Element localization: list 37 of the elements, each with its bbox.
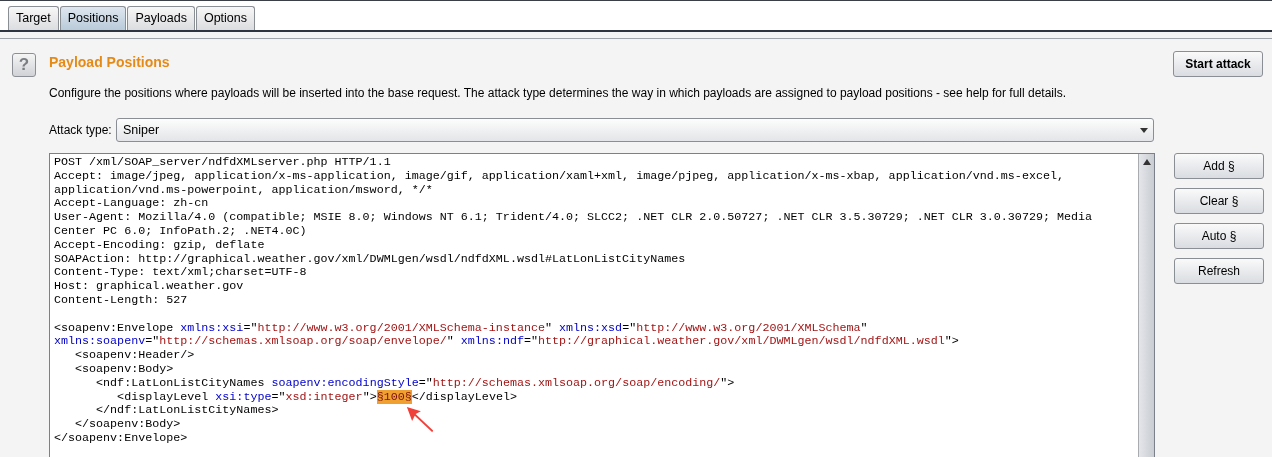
editor-action-button[interactable]: Add § (1174, 153, 1264, 179)
attack-type-dropdown[interactable]: Sniper (116, 118, 1154, 142)
code-line: Content-Length: 527 (54, 293, 188, 308)
code-line: <displayLevel xsi:type="xsd:integer">§100§</displayLevel> (116, 390, 517, 405)
code-line: Content-Type: text/xml;charset=UTF-8 (54, 266, 307, 281)
scroll-up-arrow-icon[interactable] (1141, 157, 1152, 167)
code-line: User-Agent: Mozilla/4.0 (compatible; MSIE 8.0; Windows NT 6.1; Trident/4.0; SLCC2; .NET CLR 2.0.50727; .NET CLR 3.5.30729; .NET CLR 3.0.30729; Media (54, 211, 1093, 225)
editor-action-button[interactable]: Clear § (1174, 188, 1264, 214)
code-line: </ndf:LatLonListCityNames> (95, 404, 279, 419)
code-line: <soapenv:Body> (74, 362, 174, 377)
code-line: SOAPAction: http://graphical.weather.gov/xml/DWMLgen/wsdl/ndfdXML.wsdl#LatLonListCityNames (54, 252, 686, 267)
tab[interactable]: Positions (59, 6, 127, 30)
code-line: Accept-Language: zh-cn (54, 197, 209, 212)
tab[interactable]: Payloads (127, 6, 195, 30)
code-line: application/vnd.ms-powerpoint, application/msword, */* (54, 183, 433, 198)
annotation-arrow (406, 406, 434, 434)
request-editor[interactable] (49, 153, 1155, 457)
description-text: Configure the positions where payloads will be inserted into the base request. The attack type determines the way in which payloads are assigned to payload positions - see help for full details. (49, 85, 1067, 102)
editor-action-button[interactable]: Auto § (1174, 223, 1264, 249)
code-line: Accept: image/jpeg, application/x-ms-application, image/gif, application/xaml+xml, image/pjpeg, application/x-ms-xbap, application/vnd.ms-excel, (54, 169, 1064, 184)
tab[interactable]: Options (195, 6, 255, 30)
code-line: </soapenv:Envelope> (54, 431, 188, 446)
code-line: Center PC 6.0; InfoPath.2; .NET4.0C) (54, 225, 307, 239)
start-attack-button[interactable]: Start attack (1173, 51, 1263, 77)
code-line: <soapenv:Envelope xmlns:xsi="http://www.w3.org/2001/XMLSchema-instance" xmlns:xsd="http://www.w3.org/2001/XMLSchema" (54, 321, 868, 336)
code-line: xmlns:soapenv="http://schemas.xmlsoap.org/soap/envelope/" xmlns:ndf="http://graphical.weather.gov/xml/DWMLgen/wsdl/ndfdXML.wsdl"> (54, 335, 959, 350)
section-title: Payload Positions (49, 53, 171, 72)
code-line: Accept-Encoding: gzip, deflate (54, 238, 265, 253)
code-line: <soapenv:Header/> (74, 349, 195, 363)
editor-action-button[interactable]: Refresh (1174, 258, 1264, 284)
tab[interactable]: Target (8, 6, 59, 30)
code-line: POST /xml/SOAP_server/ndfdXMLserver.php HTTP/1.1 (54, 156, 391, 170)
scrollbar[interactable] (1138, 154, 1154, 457)
code-line: Host: graphical.weather.gov (54, 280, 244, 294)
attack-type-label: Attack type: (49, 122, 113, 139)
code-line: <ndf:LatLonListCityNames soapenv:encodingStyle="http://schemas.xmlsoap.org/soap/encoding/"> (95, 376, 735, 391)
code-line: </soapenv:Body> (74, 418, 181, 432)
